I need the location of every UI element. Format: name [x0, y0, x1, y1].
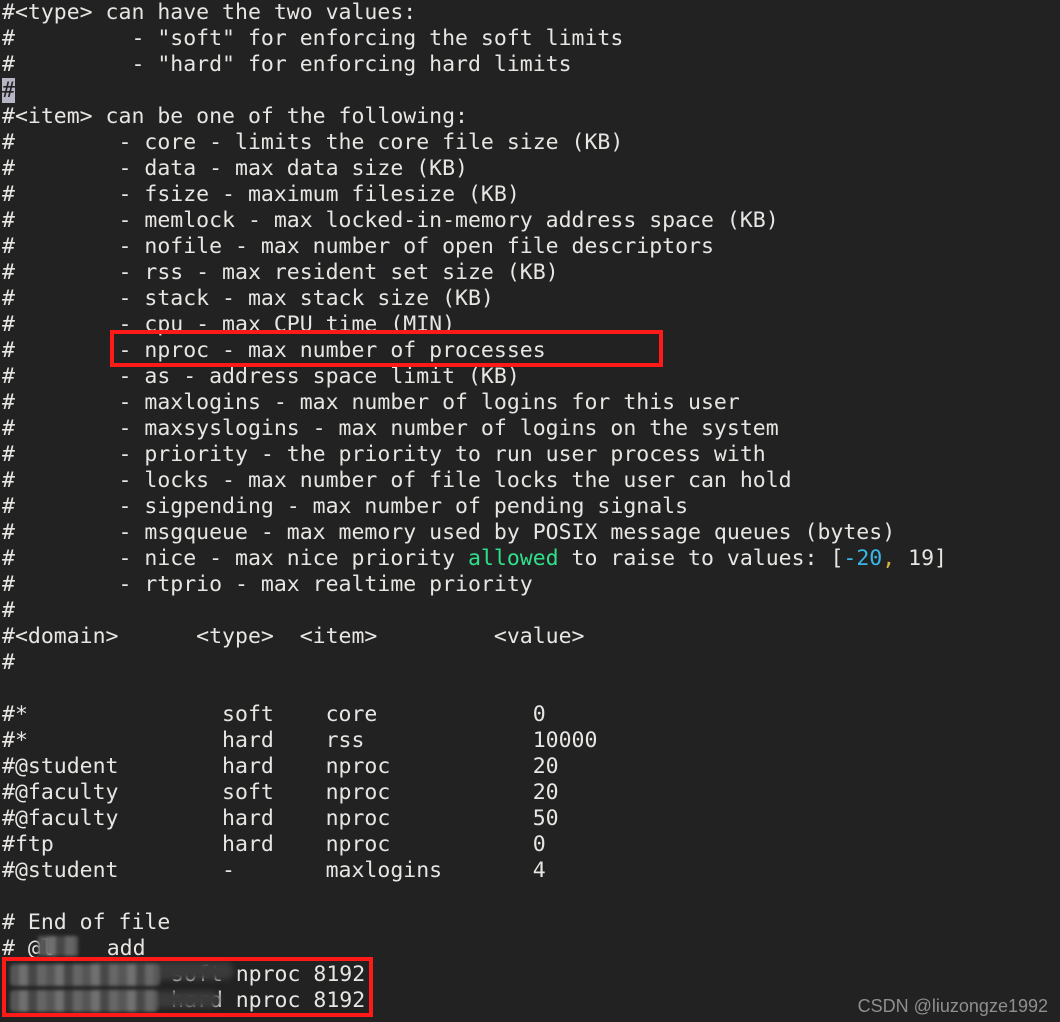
code-line: # - sigpending - max number of pending s…: [2, 494, 689, 519]
code-line: # - stack - max stack size (KB): [2, 286, 494, 311]
code-line-entry: #ftp hard nproc 0: [2, 832, 546, 857]
nice-keyword-allowed: allowed: [468, 546, 559, 571]
code-line-end-of-file: # End of file: [2, 910, 171, 935]
nice-space: [895, 546, 908, 571]
code-line: #<type> can have the two values:: [2, 0, 417, 25]
add-comment-prefix: # @l: [2, 936, 54, 961]
add-comment-suffix: add: [93, 936, 146, 961]
code-line: # - cpu - max CPU time (MIN): [2, 312, 456, 337]
code-line: #: [2, 598, 15, 623]
code-line: # - rtprio - max realtime priority: [2, 572, 533, 597]
code-line: #<item> can be one of the following:: [2, 104, 468, 129]
code-line: # - maxsyslogins - max number of logins …: [2, 416, 779, 441]
code-line: # - fsize - maximum filesize (KB): [2, 182, 520, 207]
nice-bracket-close: ]: [934, 546, 947, 571]
code-line-with-cursor: #: [0, 78, 947, 104]
file-content[interactable]: #<type> can have the two values: # - "so…: [0, 0, 947, 1014]
code-line: #: [2, 650, 15, 675]
nice-comma: ,: [882, 546, 896, 571]
text-cursor: #: [2, 78, 15, 103]
code-line: # - memlock - max locked-in-memory addre…: [2, 208, 779, 233]
terminal-screen: #<type> can have the two values: # - "so…: [0, 0, 1060, 1022]
code-line: # - as - address space limit (KB): [2, 364, 520, 389]
nice-bracket-open: [: [830, 546, 844, 571]
watermark-text: CSDN @liuzongze1992: [857, 996, 1048, 1016]
added-hard-limit: hard nproc 8192: [171, 988, 366, 1013]
code-line: # - "hard" for enforcing hard limits: [2, 52, 572, 77]
code-line: # - msgqueue - max memory used by POSIX …: [2, 520, 896, 545]
code-line: # - maxlogins - max number of logins for…: [2, 390, 740, 415]
code-line-entry: #@student - maxlogins 4: [2, 858, 546, 883]
code-line-entry: #* soft core 0: [2, 702, 546, 727]
code-line: # - nofile - max number of open file des…: [2, 234, 714, 259]
code-line: # - data - max data size (KB): [2, 156, 468, 181]
code-line: # - rss - max resident set size (KB): [2, 260, 559, 285]
code-line-entry: #@faculty soft nproc 20: [2, 780, 559, 805]
code-line: # - "soft" for enforcing the soft limits: [2, 26, 624, 51]
code-line-nice: # - nice - max nice priority allowed to …: [0, 546, 947, 572]
nice-low-value: -20: [843, 546, 883, 571]
nice-middle: to raise to values:: [558, 546, 831, 571]
code-line-entry: #@faculty hard nproc 50: [2, 806, 559, 831]
code-line-nproc: # - nproc - max number of processes: [2, 338, 546, 363]
code-line-added-hard: hard nproc 8192: [0, 988, 947, 1014]
code-line-entry: #@student hard nproc 20: [2, 754, 559, 779]
added-soft-limit: soft nproc 8192: [171, 962, 366, 987]
code-line-entry: #* hard rss 10000: [2, 728, 598, 753]
code-line: # - locks - max number of file locks the…: [2, 468, 792, 493]
code-line: # - core - limits the core file size (KB…: [2, 130, 624, 155]
nice-high-value: 19: [908, 546, 935, 571]
code-line-added-soft: soft nproc 8192: [0, 962, 947, 988]
code-line-add-comment: # @l add: [0, 936, 947, 962]
code-line: # - priority - the priority to run user …: [2, 442, 766, 467]
code-line-header: #<domain> <type> <item> <value>: [2, 624, 585, 649]
nice-prefix: # - nice - max nice priority: [2, 546, 468, 571]
